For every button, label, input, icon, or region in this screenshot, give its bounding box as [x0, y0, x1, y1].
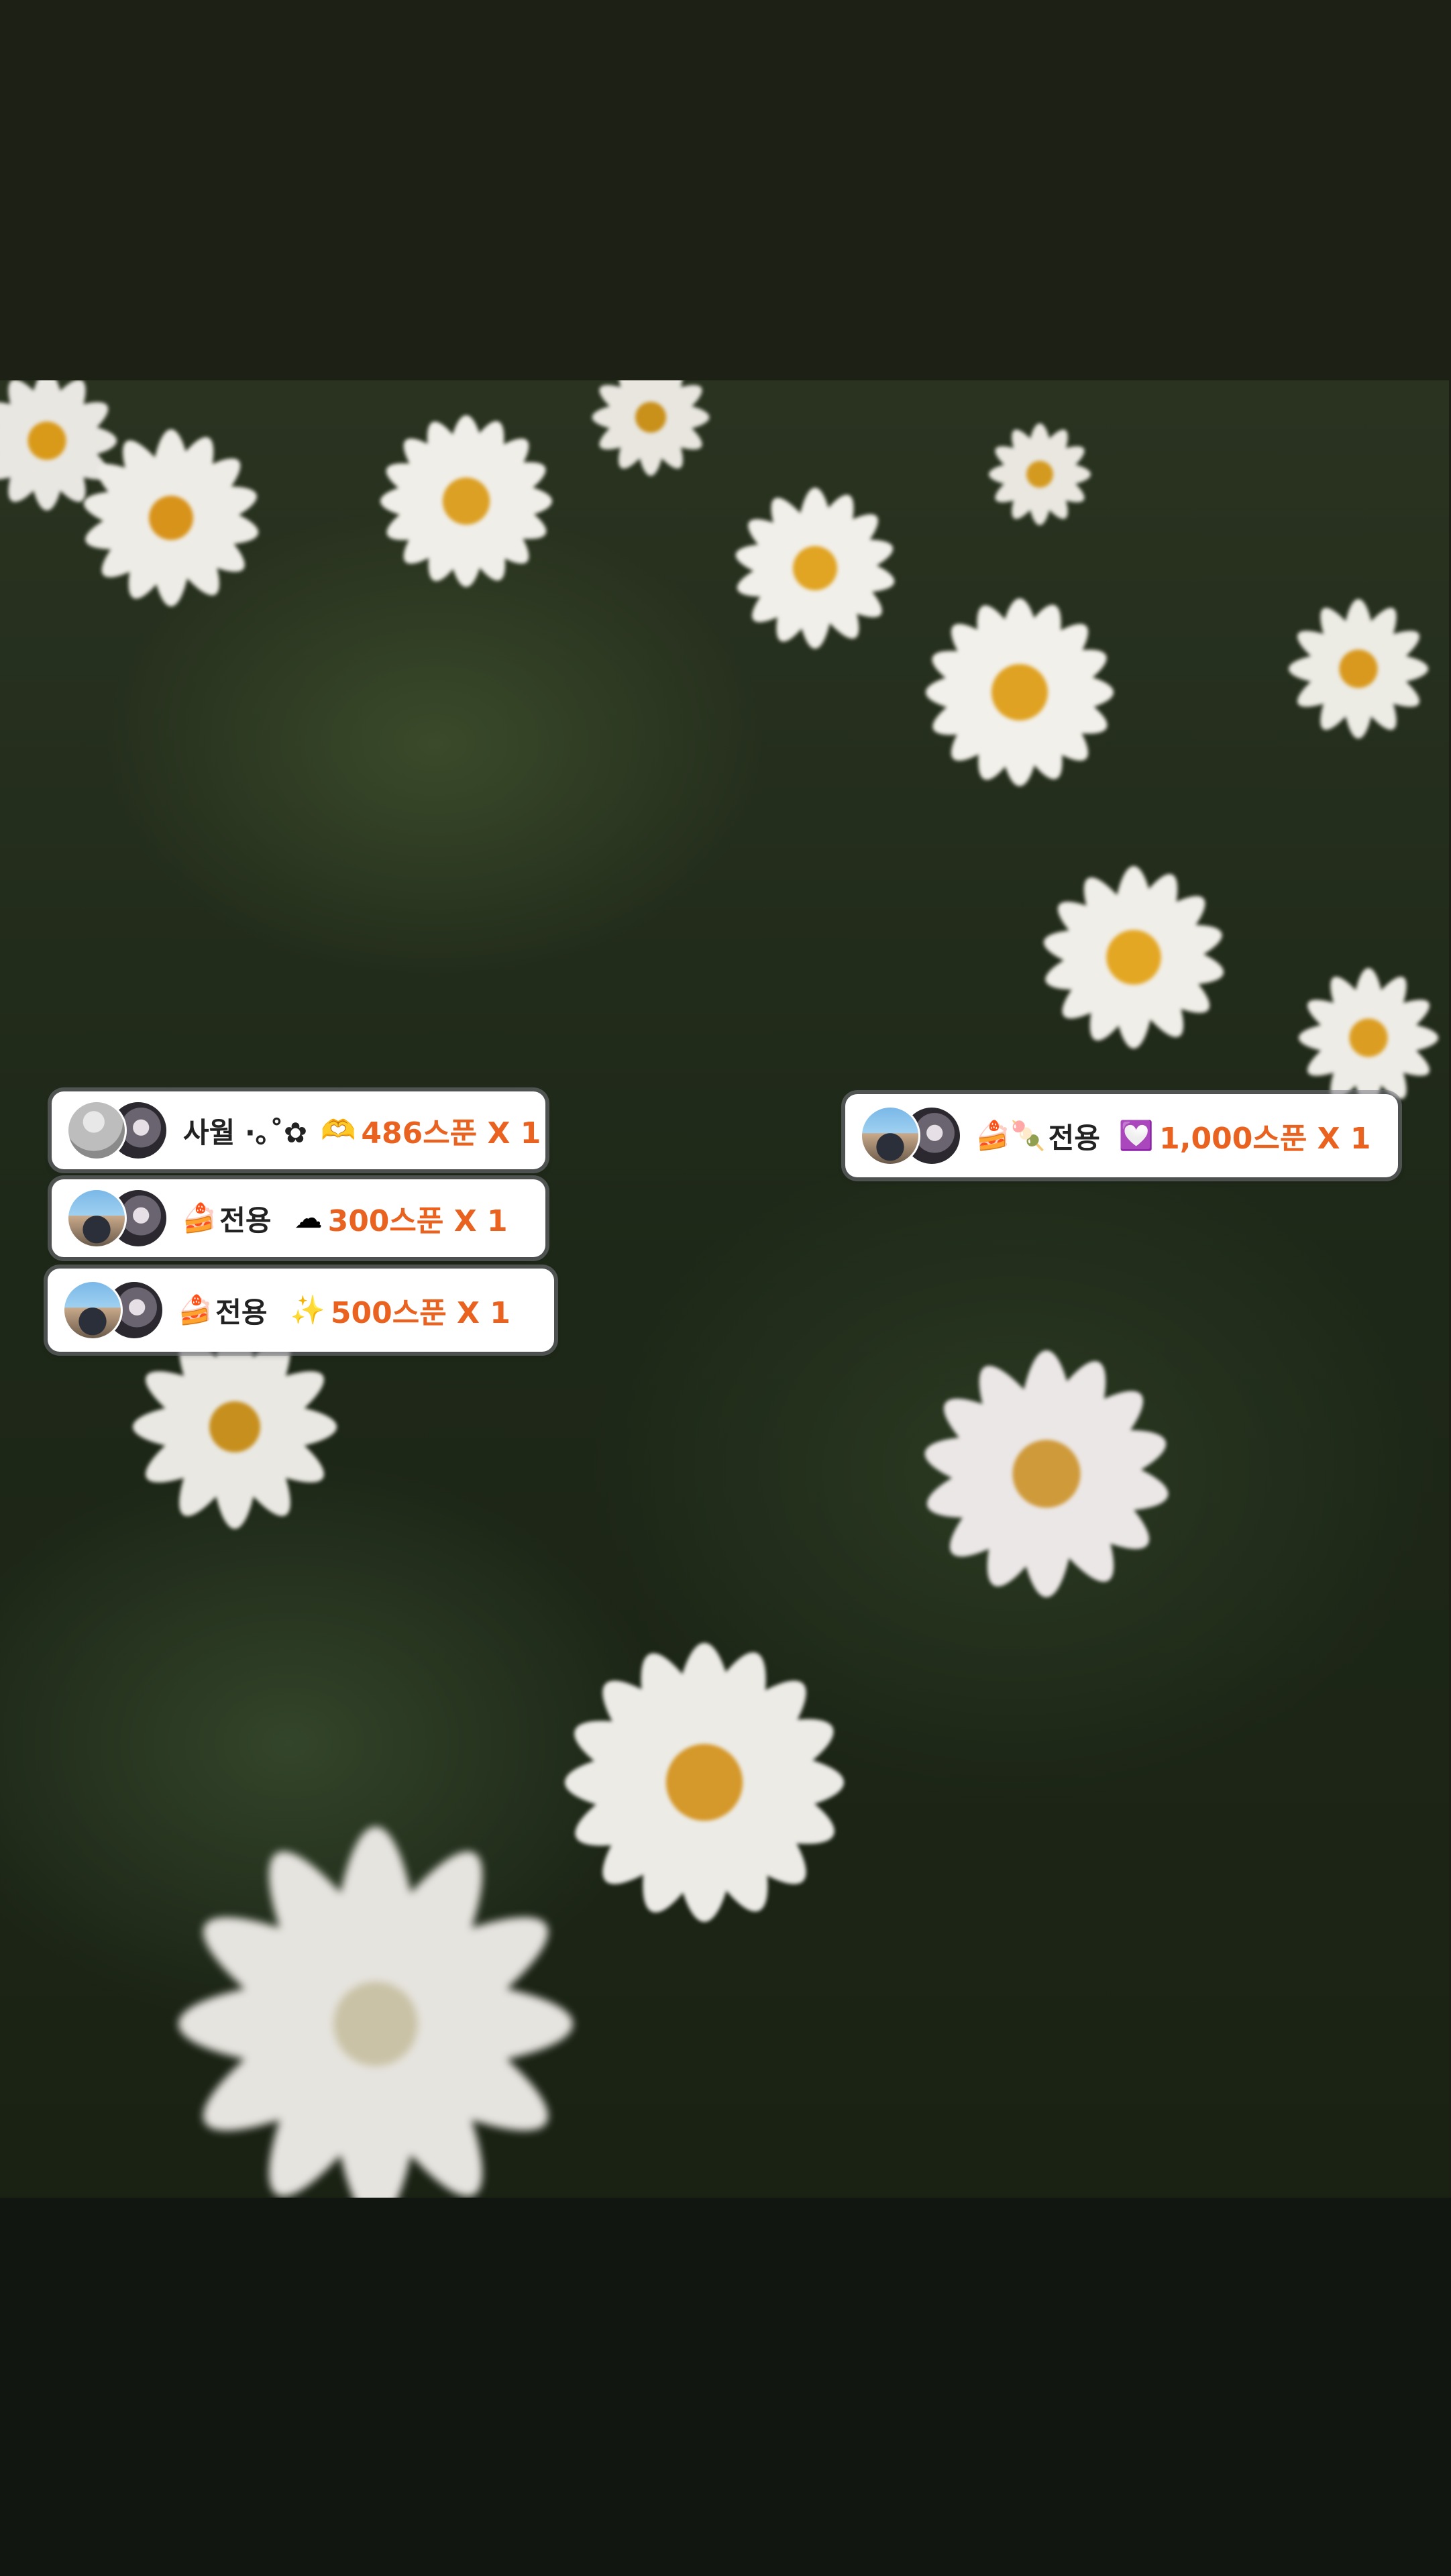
- daisy-flower: [335, 394, 597, 608]
- sender-avatar: [66, 1100, 127, 1161]
- daisy-flower: [1261, 582, 1449, 756]
- gift-amount: 1,000스푼 X 1: [1159, 1122, 1371, 1156]
- sender-avatar: [66, 1188, 127, 1248]
- gift-amount: 486스푼 X 1: [361, 1116, 541, 1150]
- daisy-flower: [879, 575, 1161, 810]
- daisy-flower: [885, 1320, 1207, 1628]
- sender-name: 전용: [1048, 1121, 1100, 1155]
- gift-notification-card[interactable]: 🍰🍡 전용 💟 1,000스푼 X 1: [845, 1094, 1398, 1177]
- sender-name: 전용: [215, 1295, 268, 1329]
- gift-amount: 500스푼 X 1: [330, 1296, 510, 1330]
- daisy-flower: [60, 407, 282, 629]
- hands-heart-icon: 🫶: [321, 1114, 356, 1146]
- daisy-flower: [101, 1789, 651, 2198]
- sender-avatar: [62, 1280, 123, 1340]
- cloud-icon: ☁: [294, 1201, 323, 1234]
- bottom-letterbox: [0, 2198, 1451, 2576]
- avatar-pair: [66, 1188, 168, 1248]
- gift-amount: 300스푼 X 1: [327, 1204, 508, 1238]
- avatar-pair: [860, 1106, 962, 1166]
- cake-icon: 🍰: [182, 1201, 217, 1234]
- avatar-pair: [66, 1100, 168, 1161]
- top-letterbox: [0, 0, 1451, 380]
- sender-name: 사월 ·｡˚✿: [183, 1116, 308, 1149]
- sparkle-icon: ✨: [290, 1293, 325, 1326]
- daisy-flower: [1006, 843, 1261, 1071]
- gift-notification-card[interactable]: 🍰 전용 ✨ 500스푼 X 1: [48, 1269, 554, 1352]
- heart-icon: 💟: [1118, 1119, 1154, 1152]
- gift-notification-card[interactable]: 🍰 전용 ☁ 300스푼 X 1: [52, 1179, 545, 1257]
- avatar-pair: [62, 1280, 164, 1340]
- cake-icon: 🍰: [178, 1293, 213, 1326]
- sender-name: 전용: [219, 1203, 272, 1237]
- sender-avatar: [860, 1106, 920, 1166]
- cake-icon: 🍰🍡: [975, 1119, 1046, 1152]
- daisy-flower: [966, 407, 1114, 541]
- gift-notification-card[interactable]: 사월 ·｡˚✿ 🫶 486스푼 X 1: [52, 1091, 545, 1169]
